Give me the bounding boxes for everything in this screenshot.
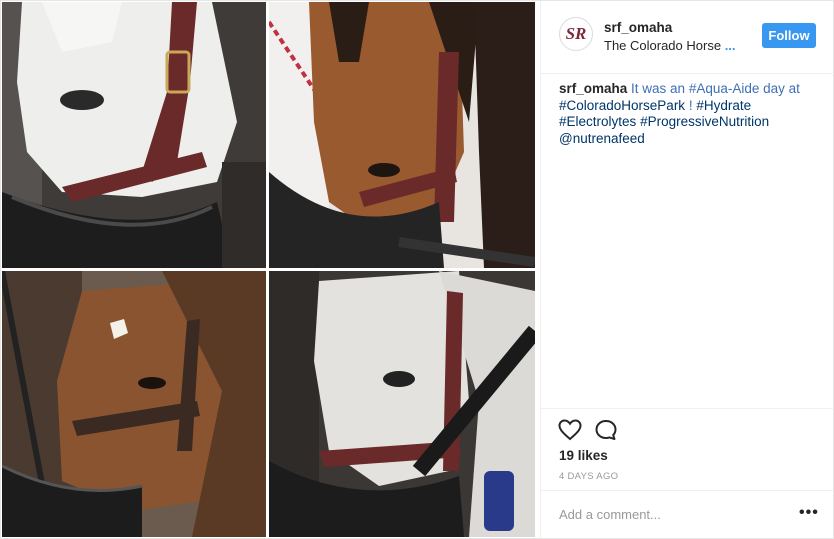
post-caption: srf_omaha It was an #Aqua-Aide day at #C… bbox=[559, 81, 819, 147]
username-link[interactable]: srf_omaha bbox=[604, 20, 672, 35]
post-photo-collage[interactable] bbox=[1, 1, 539, 538]
photo-grey-horse bbox=[269, 271, 535, 537]
hashtag-electrolytes[interactable]: #Electrolytes bbox=[559, 114, 636, 129]
timestamp[interactable]: 4 DAYS AGO bbox=[559, 471, 618, 482]
location-text: The Colorado Horse bbox=[604, 38, 722, 53]
action-bar bbox=[541, 408, 834, 441]
hashtag-aqua-aide[interactable]: #Aqua-Aide bbox=[689, 81, 760, 96]
location-link[interactable]: The Colorado Horse ... bbox=[604, 38, 736, 53]
hashtag-hydrate[interactable]: #Hydrate bbox=[696, 98, 751, 113]
instagram-post: SR srf_omaha The Colorado Horse ... Foll… bbox=[0, 0, 834, 539]
location-more: ... bbox=[724, 38, 736, 53]
photo-white-horse bbox=[2, 2, 266, 268]
mention-nutrenafeed[interactable]: @nutrenafeed bbox=[559, 131, 645, 146]
caption-text: It was an bbox=[627, 81, 689, 96]
caption-username[interactable]: srf_omaha bbox=[559, 81, 627, 96]
caption-text: day at bbox=[759, 81, 800, 96]
comment-bubble-icon[interactable] bbox=[594, 418, 618, 442]
follow-button[interactable]: Follow bbox=[762, 23, 816, 48]
photo-bay-horse-star bbox=[2, 271, 266, 537]
post-sidebar: SR srf_omaha The Colorado Horse ... Foll… bbox=[540, 1, 834, 538]
photo-bay-horse bbox=[269, 2, 535, 268]
avatar-logo: SR bbox=[565, 24, 587, 43]
post-header: SR srf_omaha The Colorado Horse ... Foll… bbox=[541, 1, 834, 74]
heart-icon[interactable] bbox=[558, 418, 582, 442]
hashtag-colorado-horse-park[interactable]: #ColoradoHorsePark bbox=[559, 98, 685, 113]
comment-input[interactable]: Add a comment... bbox=[559, 507, 661, 522]
likes-count[interactable]: 19 likes bbox=[559, 448, 608, 463]
more-options-icon[interactable]: ••• bbox=[799, 505, 819, 521]
caption-text: ! bbox=[685, 97, 697, 113]
hashtag-progressive-nutrition[interactable]: #ProgressiveNutrition bbox=[640, 114, 769, 129]
avatar[interactable]: SR bbox=[559, 17, 593, 51]
comment-bar: Add a comment... ••• bbox=[541, 490, 834, 539]
